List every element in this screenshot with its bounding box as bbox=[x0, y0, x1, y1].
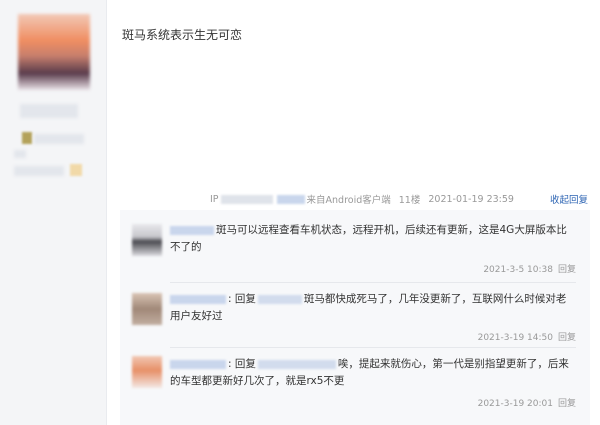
reply-meta: 2021-3-19 14:50 回复 bbox=[478, 330, 576, 343]
reply-time: 2021-3-5 10:38 bbox=[483, 265, 553, 275]
reply-body: : 回复 唉，提起来就伤心，第一代是别指望更新了，后来的车型都更新好几次了，就是r… bbox=[170, 356, 570, 390]
author-stats-blurred bbox=[14, 166, 64, 176]
reply-avatar[interactable] bbox=[132, 356, 162, 388]
reply-username-blurred[interactable] bbox=[170, 225, 214, 235]
reply-time: 2021-3-19 20:01 bbox=[477, 399, 553, 409]
reply-prefix: : 回复 bbox=[228, 293, 256, 305]
reply-username-blurred[interactable] bbox=[170, 359, 226, 369]
reply-avatar[interactable] bbox=[132, 224, 162, 256]
reply-username-blurred[interactable] bbox=[170, 294, 226, 304]
reply-meta: 2021-3-19 20:01 回复 bbox=[478, 396, 576, 409]
author-extra-blurred bbox=[14, 150, 26, 158]
stat-icon bbox=[70, 164, 82, 176]
client-source: 来自Android客户端 bbox=[306, 195, 391, 206]
reply-target-blurred[interactable] bbox=[257, 294, 302, 304]
reply-avatar[interactable] bbox=[132, 293, 162, 325]
reply-body: 斑马可以远程查看车机状态，远程开机，后续还有更新，这是4G大屏版本比不了的 bbox=[170, 222, 570, 256]
reply-item: 斑马可以远程查看车机状态，远程开机，后续还有更新，这是4G大屏版本比不了的 20… bbox=[120, 210, 590, 285]
author-sidebar bbox=[0, 0, 107, 425]
reply-divider bbox=[170, 347, 576, 348]
reply-button[interactable]: 回复 bbox=[558, 265, 576, 275]
reply-item: : 回复 唉，提起来就伤心，第一代是别指望更新了，后来的车型都更新好几次了，就是r… bbox=[120, 350, 590, 425]
author-avatar[interactable] bbox=[18, 14, 90, 90]
reply-text: 斑马可以远程查看车机状态，远程开机，后续还有更新，这是4G大屏版本比不了的 bbox=[170, 224, 567, 253]
reply-divider bbox=[170, 282, 576, 283]
post-content: 斑马系统表示生无可恋 bbox=[122, 28, 243, 42]
post-tail: IP 来自Android客户端 11楼 2021-01-19 23:59 收起回… bbox=[210, 190, 588, 208]
author-name-blurred[interactable] bbox=[20, 104, 78, 118]
post-time: 2021-01-19 23:59 bbox=[428, 193, 514, 205]
reply-time: 2021-3-19 14:50 bbox=[477, 333, 553, 343]
ip-blurred-2 bbox=[276, 194, 305, 204]
reply-body: : 回复 斑马都快成死马了，几年没更新了，互联网什么时候对老用户友好过 bbox=[170, 291, 570, 325]
collapse-replies-button[interactable]: 收起回复 bbox=[550, 192, 588, 206]
ip-label: IP bbox=[210, 193, 219, 205]
reply-list: 斑马可以远程查看车机状态，远程开机，后续还有更新，这是4G大屏版本比不了的 20… bbox=[120, 210, 590, 425]
reply-meta: 2021-3-5 10:38 回复 bbox=[483, 262, 576, 275]
author-info-blurred bbox=[34, 134, 84, 144]
reply-button[interactable]: 回复 bbox=[558, 399, 576, 409]
ip-blurred bbox=[220, 194, 273, 204]
reply-prefix: : 回复 bbox=[228, 358, 256, 370]
level-badge-icon bbox=[22, 132, 32, 144]
reply-button[interactable]: 回复 bbox=[558, 333, 576, 343]
reply-target-blurred[interactable] bbox=[257, 359, 336, 369]
floor-number: 11楼 bbox=[398, 195, 421, 206]
reply-item: : 回复 斑马都快成死马了，几年没更新了，互联网什么时候对老用户友好过 2021-… bbox=[120, 285, 590, 350]
